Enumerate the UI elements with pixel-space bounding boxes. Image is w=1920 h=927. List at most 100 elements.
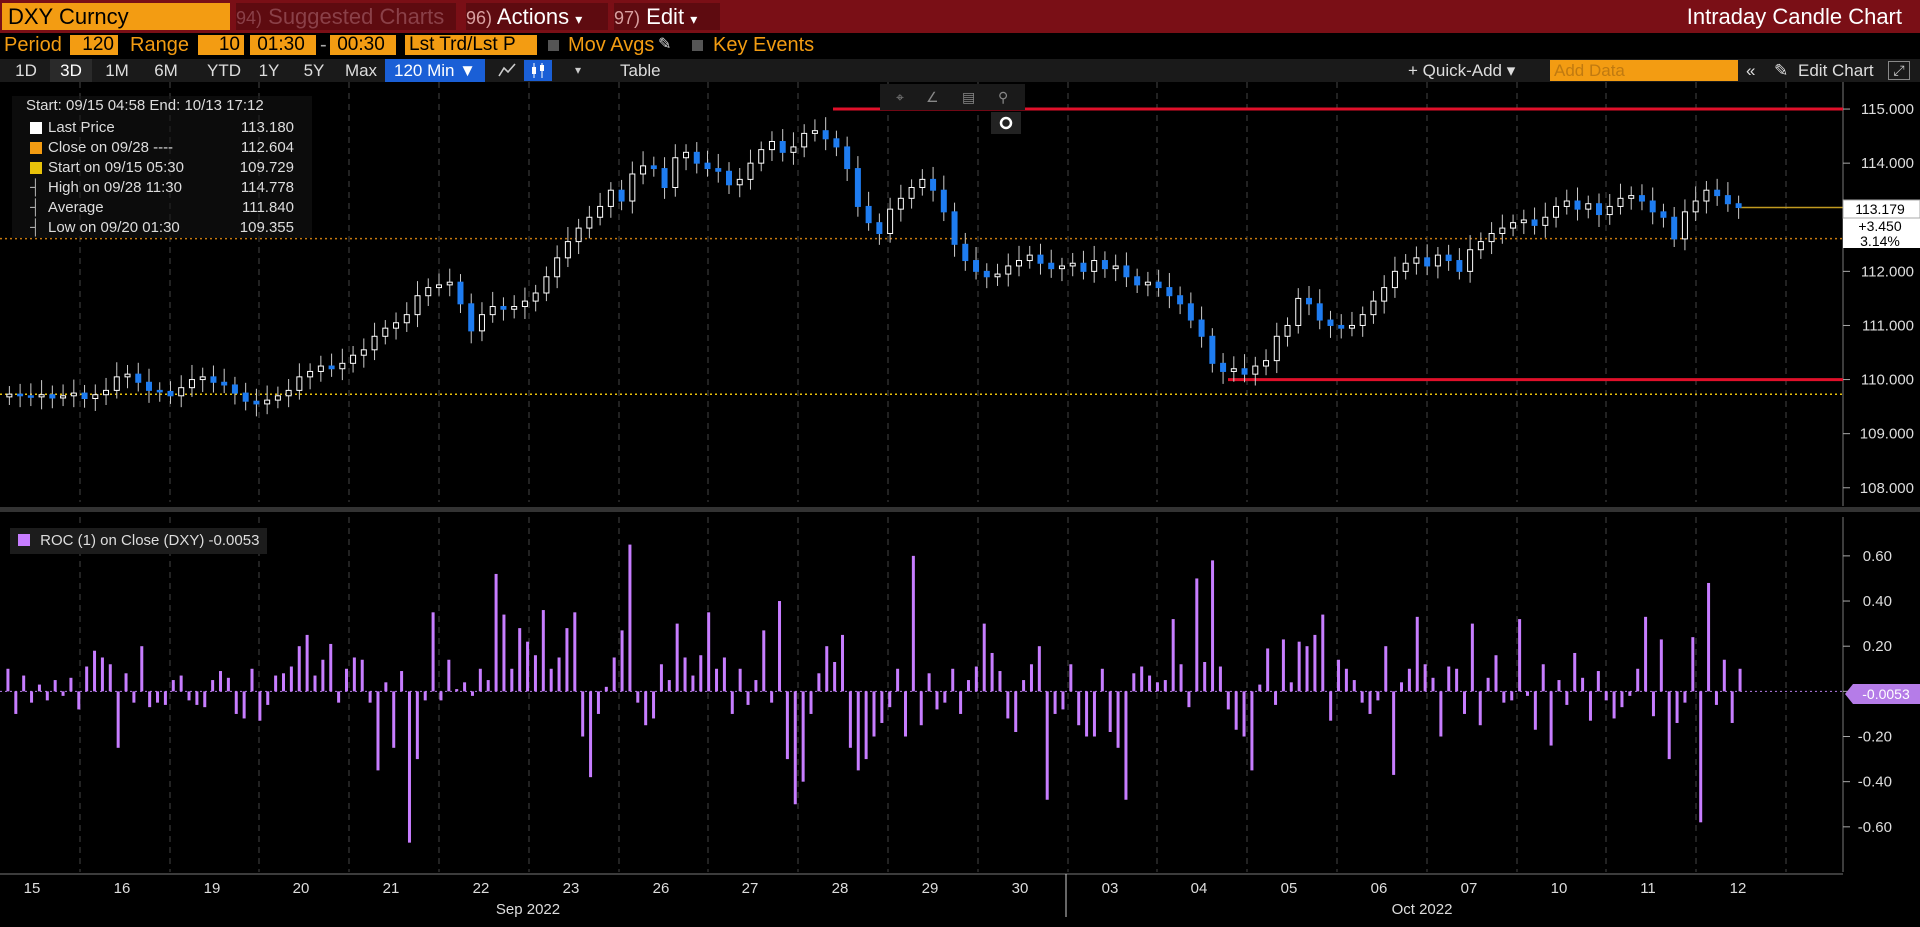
ticker-field[interactable]: DXY Curncy [2,3,230,30]
add-data-input[interactable]: Add Data [1550,60,1738,81]
price-tick-label: 110.000 [1861,372,1914,389]
range-input[interactable]: 10 [198,35,244,55]
candle-body [264,399,271,405]
suggested-charts-button[interactable]: 94) Suggested Charts [236,3,456,30]
roc-bar [337,691,341,703]
zoom-icon[interactable]: ⤢ [1888,61,1910,80]
legend-value: 114.778 [240,179,294,196]
edit-menu-button[interactable]: 97) Edit ▾ [614,3,720,30]
roc-tag: -0.0053 [1845,684,1920,704]
roc-bar [636,691,640,703]
mov-avgs-checkbox[interactable] [548,40,559,51]
roc-bar [1006,691,1010,719]
table-button[interactable]: Table [620,59,661,82]
crosshair-icon[interactable]: ⌖ [896,89,904,105]
roc-bar [707,612,711,692]
candle-body [1391,270,1398,289]
price-tick-label: 115.000 [1861,101,1914,118]
price-tick-label: 111.000 [1862,317,1914,334]
candle-body [1456,260,1463,272]
roc-tick-label: -0.40 [1858,774,1892,791]
candle-body [1628,195,1635,199]
candle-body [1585,203,1592,210]
candle-body [1467,249,1474,272]
roc-bar [1722,659,1726,692]
candle-body [1553,205,1560,218]
roc-bar [746,691,750,705]
chevron-down-icon[interactable]: ▾ [575,59,581,82]
candle-body [683,151,690,159]
range-label: Range [130,34,189,56]
roc-bar [604,686,608,692]
roc-bar [1588,691,1592,721]
time-from-input[interactable]: 01:30 [250,35,316,55]
candle-body [1348,324,1355,329]
key-events-checkbox[interactable] [692,40,703,51]
roc-bar [502,614,506,692]
line-draw-icon[interactable]: ∠ [926,89,939,105]
roc-bar [715,668,719,692]
roc-bar [911,555,915,692]
roc-bar [1274,691,1278,705]
roc-bar [817,673,821,692]
candle-body [1037,254,1044,264]
candle-body [844,146,851,170]
roc-bar [974,666,978,692]
pencil-icon[interactable]: ✎ [1774,59,1788,82]
candle-body [1187,303,1194,321]
candle-body [973,260,980,272]
trade-mode-select[interactable]: Lst Trd/Lst P [405,35,537,55]
candle-body [231,384,238,394]
candle-body [1381,287,1388,302]
roc-bar [124,673,128,692]
magnifier-icon[interactable]: ⚲ [998,89,1008,105]
roc-bar [1234,691,1238,730]
range-button-5y[interactable]: 5Y [292,59,336,82]
interval-select[interactable]: 120 Min ▼ [385,59,485,82]
time-to-input[interactable]: 00:30 [330,35,396,55]
legend-row: ┤ High on 09/28 11:30 114.778 [12,178,312,198]
candle-chart-icon[interactable] [524,60,552,81]
quick-add-button[interactable]: + Quick-Add ▾ [1408,59,1515,82]
roc-bar [1085,691,1089,737]
collapse-icon[interactable]: « [1746,59,1755,82]
range-button-1d[interactable]: 1D [6,59,46,82]
candle-body [414,295,421,316]
range-button-1y[interactable]: 1Y [250,59,288,82]
annotation-icon[interactable]: ▤ [962,89,975,105]
roc-bar [30,691,34,703]
roc-bar [1321,614,1325,692]
period-input[interactable]: 120 [70,35,118,55]
roc-bar [132,691,136,703]
actions-menu-button[interactable]: 96) Actions ▾ [466,3,608,30]
roc-bar [305,634,309,692]
roc-bar [163,691,167,705]
roc-bar [951,668,955,692]
roc-bar [565,628,569,692]
range-button-6m[interactable]: 6M [144,59,188,82]
roc-bar [6,668,10,692]
roc-bar [148,691,152,708]
candle-body [511,306,518,310]
candle-body [1155,281,1162,289]
candle-body [178,387,185,397]
candle-body [994,273,1001,278]
roc-bar [738,668,742,692]
roc-bar [1691,637,1695,692]
roc-bar [1431,677,1435,692]
pencil-icon[interactable]: ✎ [658,33,671,57]
range-button-3d[interactable]: 3D [50,59,92,82]
edit-chart-button[interactable]: Edit Chart [1798,59,1874,82]
price-pct-tag: 3.14% [1860,233,1900,249]
roc-bars [6,544,1742,843]
day-label: 29 [922,880,939,897]
candle-body [854,168,861,207]
candle-body [1596,203,1602,216]
range-button-1m[interactable]: 1M [96,59,138,82]
range-button-ytd[interactable]: YTD [200,59,248,82]
range-button-max[interactable]: Max [340,59,382,82]
panel-divider[interactable] [0,507,1920,512]
roc-bar [85,666,89,692]
candle-body [135,373,142,383]
roc-bar [494,573,498,692]
